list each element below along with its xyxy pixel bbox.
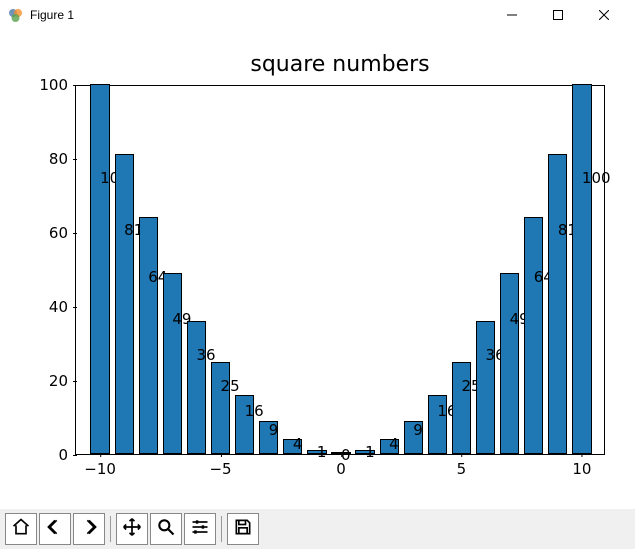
maximize-button[interactable]	[535, 0, 581, 30]
save-button[interactable]	[227, 513, 259, 545]
close-button[interactable]	[581, 0, 627, 30]
x-tick-label: 10	[572, 454, 591, 478]
toolbar-separator	[221, 516, 222, 542]
bar	[139, 217, 158, 454]
sliders-icon	[190, 517, 210, 542]
zoom-button[interactable]	[150, 513, 182, 545]
bar	[476, 321, 495, 454]
bar	[572, 84, 591, 454]
forward-button[interactable]	[73, 513, 105, 545]
bar	[452, 362, 471, 455]
chart-bars: 1008164493625169410149162536496481100	[76, 85, 605, 454]
back-button[interactable]	[39, 513, 71, 545]
pan-icon	[122, 517, 142, 542]
bar	[187, 321, 206, 454]
configure-button[interactable]	[184, 513, 216, 545]
forward-icon	[79, 517, 99, 542]
bar	[404, 421, 423, 454]
pan-button[interactable]	[116, 513, 148, 545]
bar	[524, 217, 543, 454]
x-tick-label: −10	[84, 454, 116, 478]
zoom-icon	[156, 517, 176, 542]
y-tick-label: 0	[58, 446, 76, 464]
chart-axes: 1008164493625169410149162536496481100 02…	[75, 85, 605, 455]
home-button[interactable]	[5, 513, 37, 545]
bar	[307, 450, 326, 454]
bar	[355, 450, 374, 454]
bar	[211, 362, 230, 455]
home-icon	[11, 517, 31, 542]
app-icon	[8, 7, 24, 23]
bar	[548, 154, 567, 454]
plot-area: square numbers 1008164493625169410149162…	[0, 30, 635, 509]
y-tick-label: 60	[49, 224, 76, 242]
chart-title: square numbers	[75, 52, 605, 77]
x-tick-label: 5	[457, 454, 467, 478]
y-tick-label: 100	[39, 76, 76, 94]
y-tick-label: 80	[49, 150, 76, 168]
x-tick-label: −5	[209, 454, 231, 478]
bar	[428, 395, 447, 454]
bar	[283, 439, 302, 454]
back-icon	[45, 517, 65, 542]
bar	[90, 84, 109, 454]
toolbar-separator	[110, 516, 111, 542]
window-title: Figure 1	[30, 8, 74, 22]
save-icon	[233, 517, 253, 542]
y-tick-label: 20	[49, 372, 76, 390]
matplotlib-toolbar	[0, 509, 635, 549]
bar	[115, 154, 134, 454]
bar	[235, 395, 254, 454]
minimize-button[interactable]	[489, 0, 535, 30]
bar	[500, 273, 519, 454]
x-tick-label: 0	[336, 454, 346, 478]
bar	[259, 421, 278, 454]
bar	[163, 273, 182, 454]
y-tick-label: 40	[49, 298, 76, 316]
titlebar: Figure 1	[0, 0, 635, 30]
bar	[380, 439, 399, 454]
